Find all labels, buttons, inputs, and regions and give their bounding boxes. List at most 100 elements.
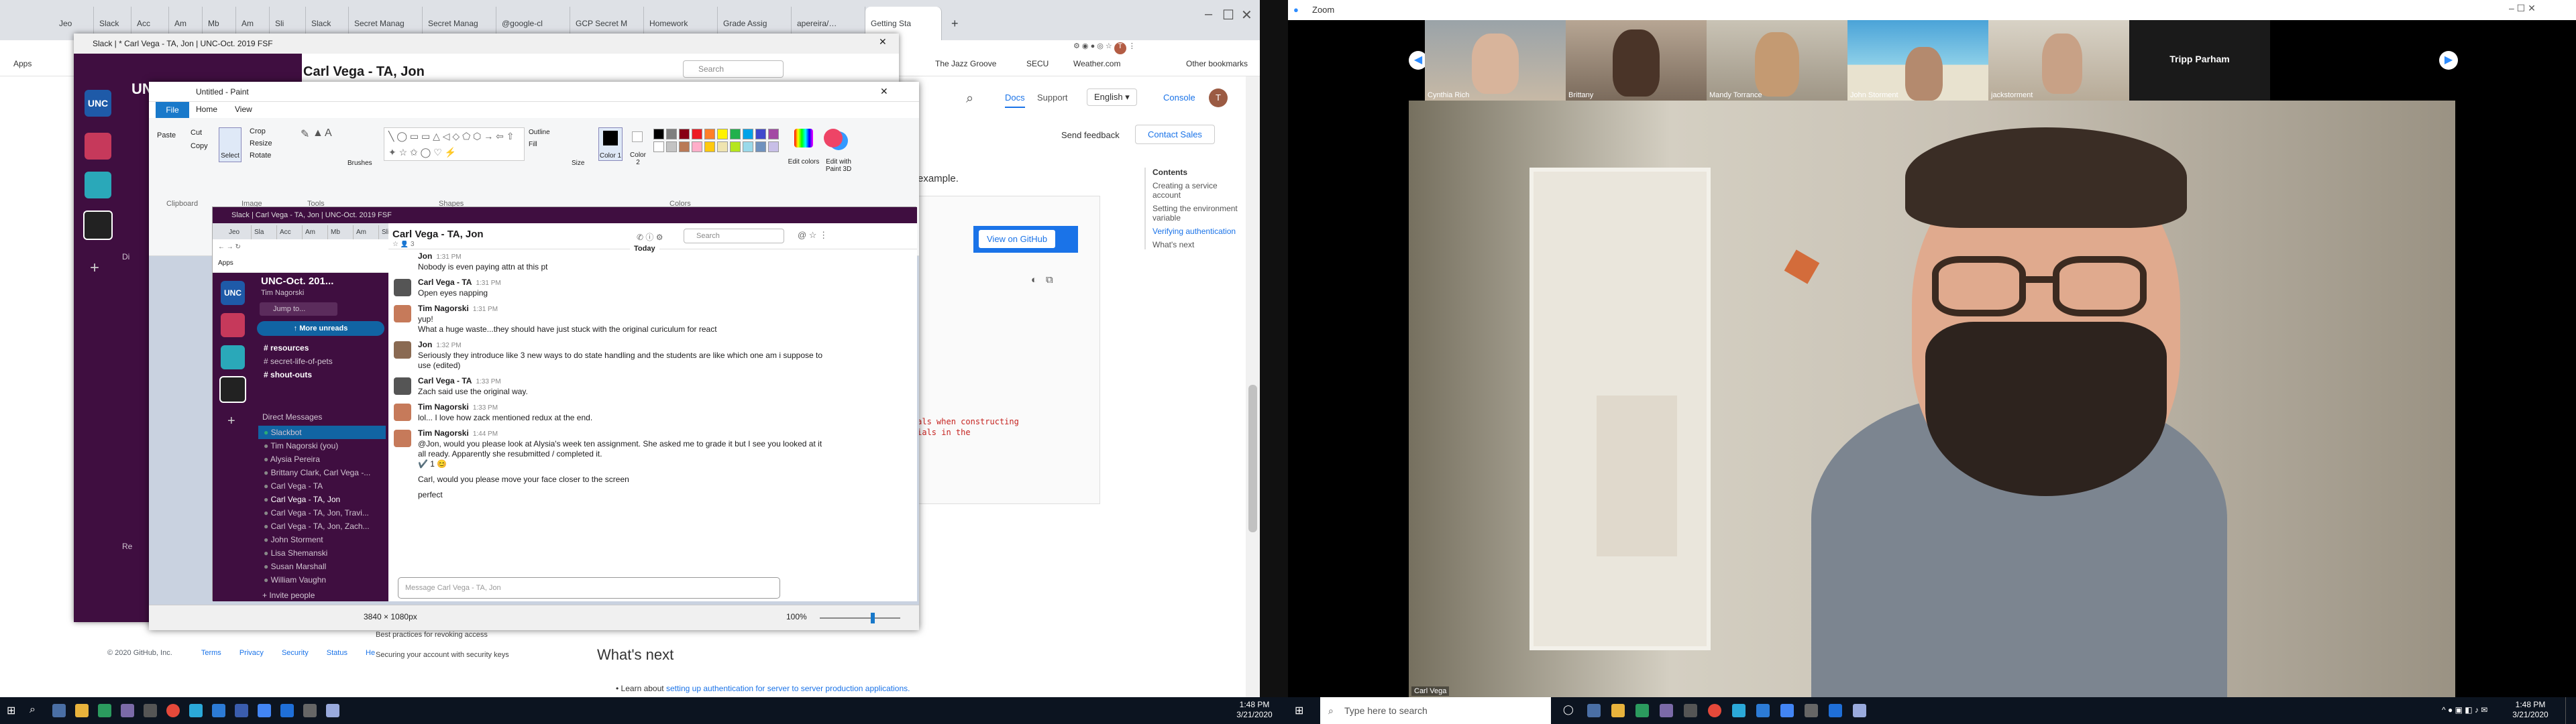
palette-swatch[interactable] <box>653 141 664 152</box>
theme-icon[interactable]: ◐ <box>1031 274 1037 286</box>
menu-file[interactable]: File <box>156 102 189 118</box>
dm-item[interactable]: ● John Storment <box>264 533 323 546</box>
edit-colors-icon[interactable] <box>794 129 813 147</box>
message-author[interactable]: Tim Nagorski <box>418 304 469 313</box>
copy-icon[interactable]: ⧉ <box>1046 274 1053 286</box>
workspace-icon-2[interactable] <box>85 133 111 160</box>
workspace-name[interactable]: UNC-Oct. 201... <box>261 276 333 287</box>
zoom-icon[interactable] <box>1829 704 1842 717</box>
palette-swatch[interactable] <box>730 129 741 139</box>
minimize-icon[interactable]: – <box>1205 7 1212 22</box>
explorer-icon[interactable] <box>75 704 89 717</box>
toc-item[interactable]: Creating a service account <box>1152 181 1245 200</box>
paint-icon[interactable] <box>326 704 339 717</box>
palette-swatch[interactable] <box>692 141 702 152</box>
show-desktop-button[interactable] <box>2565 697 2576 724</box>
learn-about-link[interactable]: setting up authentication for server to … <box>666 684 910 693</box>
palette-swatch[interactable] <box>666 129 677 139</box>
participant-tile[interactable]: Cynthia Rich <box>1425 20 1566 101</box>
message-author[interactable]: Carl Vega - TA <box>418 278 472 287</box>
channel-item[interactable]: # secret-life-of-pets <box>264 355 333 368</box>
dm-item[interactable]: ● Brittany Clark, Carl Vega -... <box>264 466 370 479</box>
close-icon[interactable]: ✕ <box>1241 7 1252 23</box>
palette-swatch[interactable] <box>679 129 690 139</box>
channel-item[interactable]: # resources <box>264 341 309 355</box>
message-author[interactable]: Jon <box>418 251 432 261</box>
dm-item[interactable]: ● William Vaughn <box>264 573 326 587</box>
palette-swatch[interactable] <box>679 141 690 152</box>
nav-console[interactable]: Console <box>1163 93 1195 103</box>
nav-docs[interactable]: Docs <box>1005 93 1025 108</box>
palette-swatch[interactable] <box>755 129 766 139</box>
palette-swatch[interactable] <box>768 141 779 152</box>
footer-terms[interactable]: Terms <box>201 649 221 657</box>
workspace-icon-unc[interactable]: UNC <box>221 281 245 305</box>
resize-button[interactable]: Resize <box>250 139 272 147</box>
participant-tile[interactable]: Mandy Torrance <box>1707 20 1847 101</box>
palette-swatch[interactable] <box>768 129 779 139</box>
message-composer[interactable]: Message Carl Vega - TA, Jon <box>398 577 780 599</box>
message-author[interactable]: Tim Nagorski <box>418 402 469 412</box>
paint-close-icon[interactable]: ✕ <box>880 86 888 97</box>
edge-icon[interactable] <box>1732 704 1746 717</box>
browser-tab[interactable]: Acc <box>277 225 303 239</box>
message-time[interactable]: 1:44 PM <box>473 430 498 438</box>
send-feedback-link[interactable]: Send feedback <box>1061 130 1120 140</box>
palette-swatch[interactable] <box>743 129 753 139</box>
workspace-icon-3[interactable] <box>85 172 111 198</box>
avatar[interactable] <box>394 377 411 395</box>
paint3d-icon[interactable] <box>824 129 843 147</box>
window-controls[interactable]: – ☐ ✕ <box>2509 3 2536 14</box>
dm-item[interactable]: ● Tim Nagorski (you) <box>264 439 338 452</box>
edit-colors-label[interactable]: Edit colors <box>788 158 820 166</box>
workspace-icon-4[interactable] <box>83 210 113 240</box>
message-time[interactable]: 1:31 PM <box>436 253 461 261</box>
taskview-icon[interactable] <box>52 704 66 717</box>
toc-item-active[interactable]: Verifying authentication <box>1152 227 1245 236</box>
message-author[interactable]: Jon <box>418 340 432 349</box>
workspace-icon-3[interactable] <box>221 345 245 369</box>
mention-icon[interactable]: @ ☆ ⋮ <box>798 230 828 241</box>
maps-icon[interactable] <box>258 704 271 717</box>
menu-home[interactable]: Home <box>196 105 217 114</box>
left-nav-item[interactable]: Best practices for revoking access <box>376 630 537 640</box>
footer-help[interactable]: He <box>366 649 375 657</box>
select-button[interactable]: Select <box>219 127 241 162</box>
browser-tab[interactable]: Am <box>354 225 379 239</box>
palette-swatch[interactable] <box>755 141 766 152</box>
search-input[interactable]: Search <box>684 229 784 243</box>
size-button[interactable]: Size <box>572 160 584 167</box>
add-workspace-icon[interactable]: + <box>227 414 235 429</box>
menu-view[interactable]: View <box>235 105 252 114</box>
palette-swatch[interactable] <box>704 129 715 139</box>
avatar[interactable] <box>394 305 411 322</box>
dm-item[interactable]: ● Carl Vega - TA <box>264 479 323 493</box>
message-author[interactable]: Tim Nagorski <box>418 428 469 438</box>
search-icon[interactable]: ⌕ <box>30 704 43 717</box>
avatar[interactable] <box>394 404 411 421</box>
workspace-icon-2[interactable] <box>221 313 245 337</box>
edge-icon[interactable] <box>189 704 203 717</box>
chrome-icon[interactable] <box>166 704 180 717</box>
terminal-icon[interactable] <box>144 704 157 717</box>
pencil-icon[interactable]: ✎ <box>301 127 309 141</box>
color2-button[interactable]: Color 2 <box>628 127 648 166</box>
invite-people-link[interactable]: + Invite people <box>262 591 315 600</box>
fill-icon[interactable]: ▲ <box>313 127 323 139</box>
avatar[interactable] <box>394 430 411 447</box>
gallery-next-icon[interactable]: ▶ <box>2439 51 2458 70</box>
dm-header[interactable]: Direct Messages <box>262 412 322 422</box>
avatar[interactable] <box>394 279 411 296</box>
language-select[interactable]: English ▾ <box>1087 88 1137 106</box>
crop-button[interactable]: Crop <box>250 127 266 135</box>
paint-icon[interactable] <box>1853 704 1866 717</box>
jump-to-input[interactable]: Jump to... <box>260 302 337 316</box>
message-time[interactable]: 1:31 PM <box>473 306 498 313</box>
close-icon[interactable]: ✕ <box>879 36 887 48</box>
nav-support[interactable]: Support <box>1037 93 1068 103</box>
dm-item[interactable]: ● Carl Vega - TA, Jon, Zach... <box>264 520 370 533</box>
contact-sales-button[interactable]: Contact Sales <box>1135 125 1215 144</box>
clock-left[interactable]: 1:48 PM 3/21/2020 <box>1226 700 1283 720</box>
app-icon[interactable] <box>235 704 248 717</box>
paste-button[interactable]: Paste <box>157 131 176 139</box>
